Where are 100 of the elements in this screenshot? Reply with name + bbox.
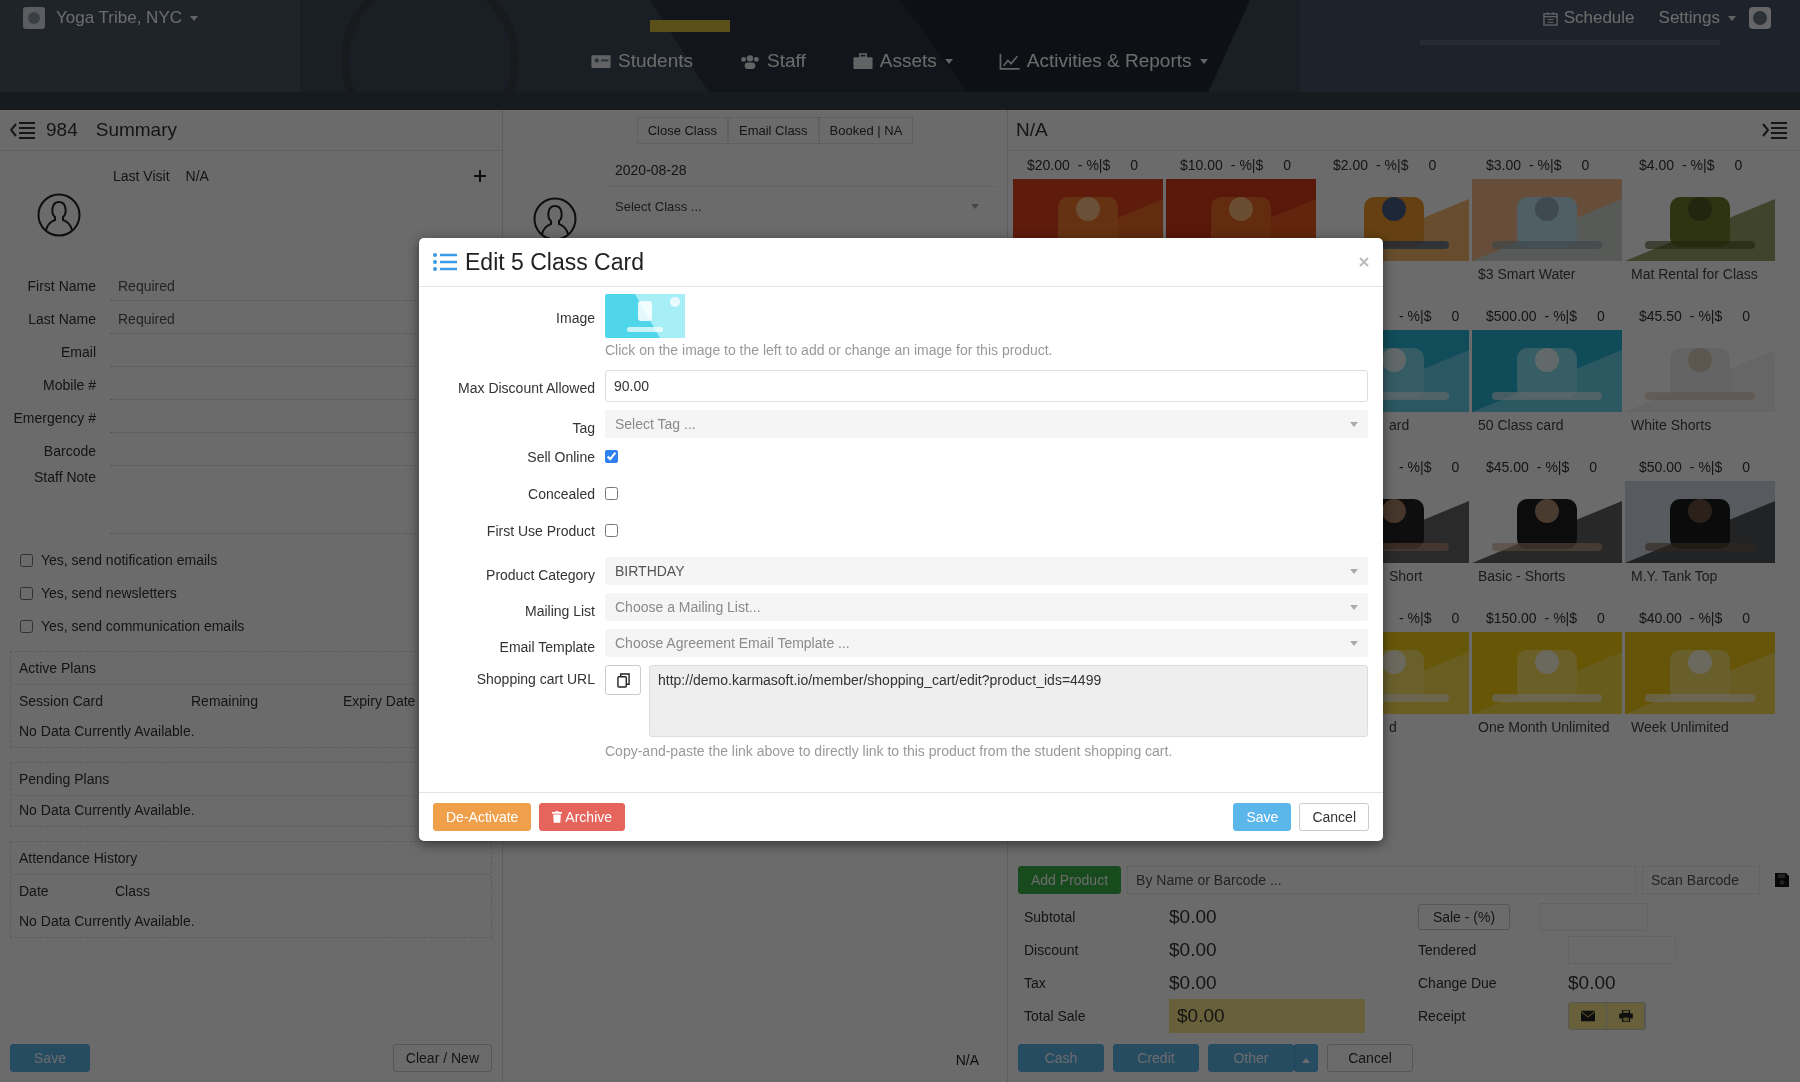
quantity: 0 bbox=[1742, 308, 1751, 324]
printer-icon bbox=[1618, 1009, 1633, 1022]
add-product-button[interactable]: Add Product bbox=[1018, 866, 1122, 894]
checkbox[interactable] bbox=[20, 553, 33, 567]
input-field[interactable]: 90.00 bbox=[605, 370, 1368, 402]
field-label: Sell Online bbox=[526, 448, 595, 467]
discount-label: - %|$ bbox=[1689, 610, 1723, 626]
field-label: Staff Note bbox=[33, 469, 96, 485]
checkbox[interactable] bbox=[605, 524, 618, 537]
section-title: Attendance History bbox=[19, 850, 138, 866]
select-field[interactable]: Choose a Mailing List... bbox=[605, 593, 1368, 621]
product-name: Basic - Shorts bbox=[1477, 567, 1567, 585]
email-receipt-button[interactable] bbox=[1569, 1002, 1607, 1029]
sale-percent-button[interactable]: Sale - (%) bbox=[1418, 903, 1510, 930]
change-due-label: Change Due bbox=[1418, 974, 1498, 991]
class-select[interactable]: Select Class ... bbox=[605, 193, 989, 220]
discount-label: - %|$ bbox=[1230, 157, 1264, 173]
logo-icon bbox=[22, 6, 46, 30]
product-price: $500.00 bbox=[1486, 308, 1537, 324]
nav-link[interactable]: Assets bbox=[851, 50, 953, 72]
archive-button[interactable]: Archive bbox=[539, 803, 626, 831]
other-button[interactable]: Other bbox=[1208, 1044, 1294, 1072]
nav-link[interactable]: Students bbox=[590, 50, 693, 72]
field-label: First Use Product bbox=[485, 522, 595, 541]
change-due-value: $0.00 bbox=[1568, 971, 1616, 994]
checkbox[interactable] bbox=[605, 450, 618, 463]
date-field[interactable]: 2020-08-28 bbox=[605, 154, 997, 187]
product-name: $3 Smart Water bbox=[1477, 265, 1577, 283]
quantity: 0 bbox=[1130, 157, 1139, 173]
nav-link[interactable]: Schedule bbox=[1542, 8, 1635, 28]
discount-label: - %|$ bbox=[1399, 610, 1432, 626]
envelope-icon bbox=[1580, 1009, 1595, 1022]
deactivate-button[interactable]: De-Activate bbox=[433, 803, 532, 831]
nav-link[interactable]: Settings bbox=[1658, 8, 1736, 28]
product-price: $10.00 bbox=[1180, 157, 1223, 173]
quantity: 0 bbox=[1742, 459, 1751, 475]
field-label: Emergency # bbox=[12, 410, 96, 426]
total-sale-value: $0.00 bbox=[1169, 998, 1365, 1033]
copy-icon bbox=[616, 672, 630, 688]
clear-button[interactable]: Clear / New bbox=[392, 1044, 492, 1072]
search-field[interactable]: By Name or Barcode ... bbox=[1127, 866, 1636, 894]
discount-label: - %|$ bbox=[1544, 610, 1578, 626]
empty-message: No Data Currently Available. bbox=[19, 802, 195, 818]
collapse-icon[interactable] bbox=[10, 121, 36, 139]
discount-label: - %|$ bbox=[1399, 308, 1432, 324]
chart-icon bbox=[998, 52, 1021, 70]
copy-button[interactable] bbox=[605, 665, 641, 695]
field-label: Email bbox=[60, 344, 96, 360]
product-price: $20.00 bbox=[1027, 157, 1070, 173]
empty-message: No Data Currently Available. bbox=[19, 913, 195, 929]
column-header: Date bbox=[19, 883, 50, 899]
product-name: Short bbox=[1388, 567, 1424, 585]
barcode-field[interactable]: Scan Barcode bbox=[1642, 866, 1760, 894]
add-icon[interactable] bbox=[474, 170, 486, 182]
column-header: Class bbox=[115, 883, 151, 899]
class-action-button[interactable]: Close Class bbox=[636, 117, 728, 144]
url-field[interactable]: http://demo.karmasoft.io/member/shopping_cart/edit?product_ids=4499 bbox=[649, 665, 1368, 737]
nav-link[interactable]: Staff bbox=[739, 50, 806, 72]
save-button[interactable]: Save bbox=[1233, 803, 1292, 831]
product-price: $2.00 bbox=[1333, 157, 1369, 173]
quantity: 0 bbox=[1734, 157, 1743, 173]
column-header: Expiry Date bbox=[343, 693, 417, 709]
product-name: 50 Class card bbox=[1477, 416, 1565, 434]
field-label: Product Category bbox=[485, 566, 595, 585]
option-label: Yes, send communication emails bbox=[41, 618, 245, 634]
quantity: 0 bbox=[1428, 157, 1437, 173]
checkbox[interactable] bbox=[20, 586, 33, 600]
last-visit-value: N/A bbox=[185, 168, 209, 184]
product-price: $4.00 bbox=[1639, 157, 1675, 173]
field-label: Tag bbox=[571, 419, 595, 438]
product-price: $3.00 bbox=[1486, 157, 1522, 173]
calendar-icon bbox=[1542, 10, 1558, 26]
expand-icon[interactable] bbox=[1762, 121, 1788, 139]
payment-button[interactable]: Credit bbox=[1113, 1044, 1199, 1072]
checkbox[interactable] bbox=[605, 487, 618, 500]
total-value: $0.00 bbox=[1169, 905, 1217, 928]
empty-message: No Data Currently Available. bbox=[19, 723, 195, 739]
select-field[interactable]: Select Tag ... bbox=[605, 410, 1368, 438]
nav-link[interactable]: Activities & Reports bbox=[998, 50, 1208, 72]
product-name: Week Unlimited bbox=[1630, 718, 1730, 736]
save-icon[interactable] bbox=[1774, 872, 1790, 888]
payment-button[interactable]: Cancel bbox=[1327, 1044, 1413, 1072]
studio-menu[interactable]: Yoga Tribe, NYC bbox=[56, 8, 198, 28]
class-action-button[interactable]: Booked | NA bbox=[818, 117, 914, 144]
save-button[interactable]: Save bbox=[10, 1044, 90, 1072]
receipt-label: Receipt bbox=[1418, 1007, 1467, 1024]
payment-button[interactable]: Cash bbox=[1018, 1044, 1104, 1072]
product-name: d bbox=[1388, 718, 1398, 736]
class-action-button[interactable]: Email Class bbox=[728, 117, 819, 144]
avatar-icon[interactable] bbox=[1748, 6, 1772, 30]
product-name: M.Y. Tank Top bbox=[1630, 567, 1719, 585]
select-field[interactable]: Choose Agreement Email Template ... bbox=[605, 629, 1368, 657]
close-icon[interactable] bbox=[1359, 257, 1369, 267]
checkbox[interactable] bbox=[20, 619, 33, 633]
dropdown-toggle[interactable] bbox=[1294, 1044, 1318, 1072]
print-receipt-button[interactable] bbox=[1607, 1002, 1645, 1029]
panel-title: N/A bbox=[1016, 119, 1048, 141]
option-label: Yes, send newsletters bbox=[41, 585, 177, 601]
select-field[interactable]: BIRTHDAY bbox=[605, 557, 1368, 585]
cancel-button[interactable]: Cancel bbox=[1299, 803, 1369, 831]
